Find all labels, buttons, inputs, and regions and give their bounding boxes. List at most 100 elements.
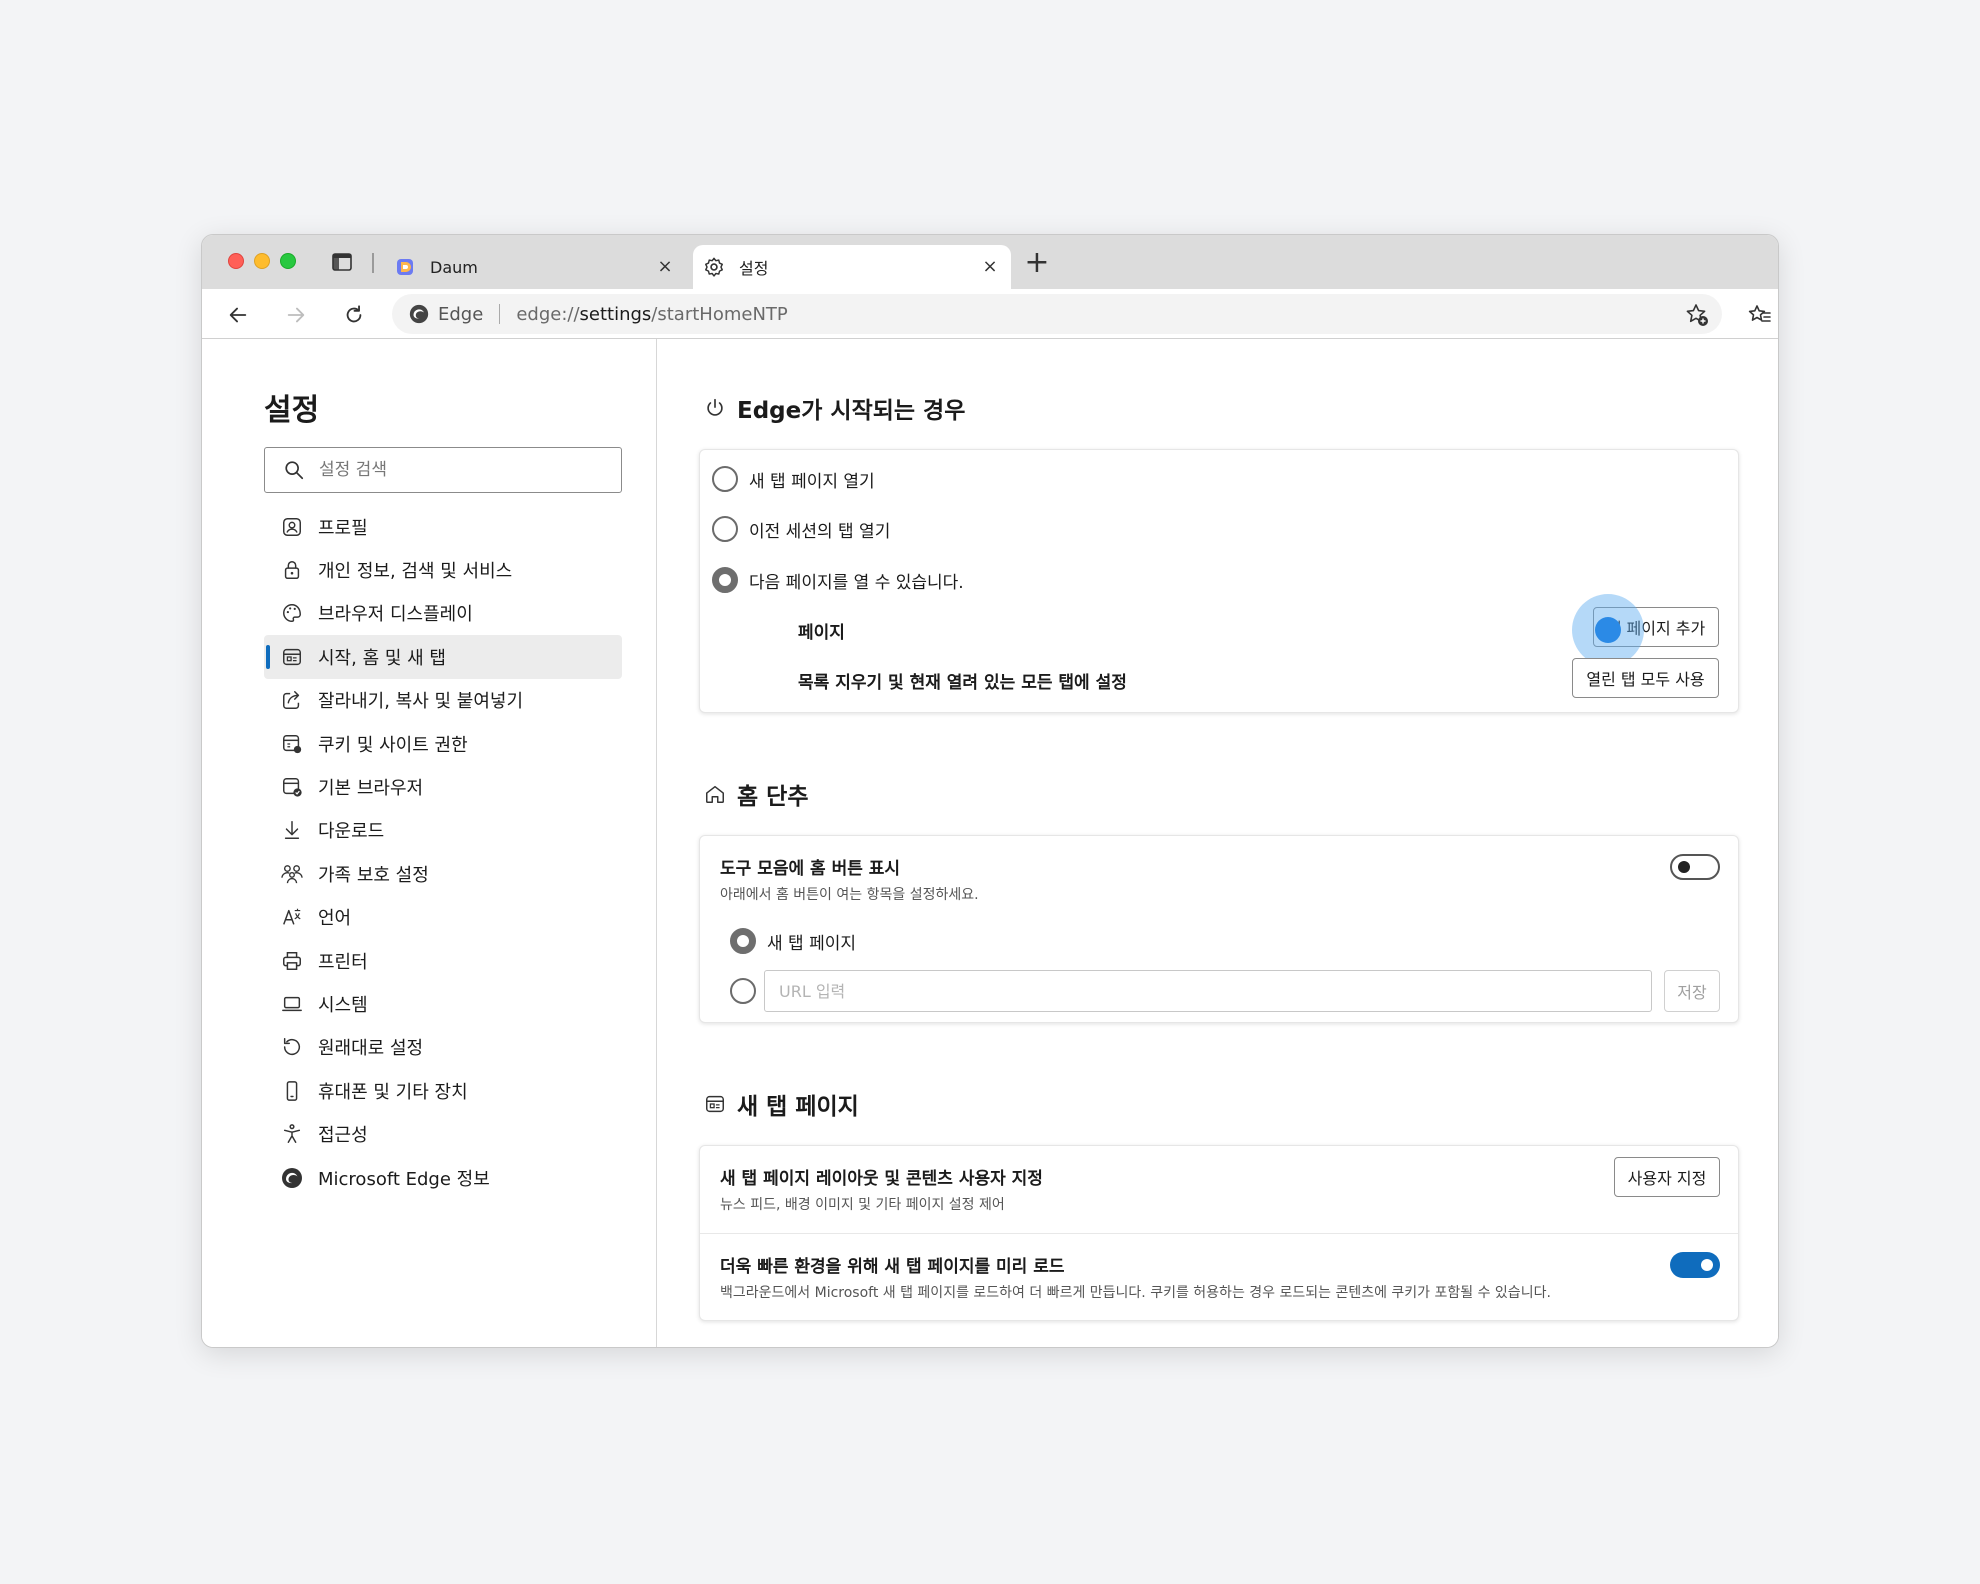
sidebar-item-label: 가족 보호 설정: [318, 861, 429, 887]
sidebar-item-downloads[interactable]: 다운로드: [264, 809, 622, 852]
address-bar[interactable]: Edge edge://settings/startHomeNTP: [392, 294, 1722, 334]
preload-desc: 백그라운드에서 Microsoft 새 탭 페이지를 로드하여 더 빠르게 만듭…: [720, 1282, 1551, 1302]
edge-logo-icon: [280, 1166, 304, 1190]
sidebar-item-profile[interactable]: 프로필: [264, 505, 622, 548]
radio-label: 새 탭 페이지: [767, 929, 856, 954]
zoom-window-button[interactable]: [280, 253, 296, 269]
favorites-icon[interactable]: [1744, 299, 1776, 331]
tab-settings[interactable]: 설정 ×: [693, 245, 1011, 289]
customize-button[interactable]: 사용자 지정: [1614, 1157, 1720, 1197]
search-icon: [283, 459, 305, 481]
sidebar-item-accessibility[interactable]: 접근성: [264, 1112, 622, 1155]
newtab-section-title: 새 탭 페이지: [737, 1087, 859, 1121]
use-all-open-tabs-button[interactable]: 열린 탭 모두 사용: [1572, 658, 1719, 698]
close-window-button[interactable]: [228, 253, 244, 269]
radio-label: 다음 페이지를 열 수 있습니다.: [749, 568, 964, 593]
sidebar-item-label: 언어: [318, 904, 351, 930]
sidebar-item-label: 접근성: [318, 1121, 368, 1147]
radio-button[interactable]: [712, 516, 738, 542]
new-tab-button[interactable]: +: [1022, 249, 1052, 279]
settings-sidebar: 설정 프로필 개인 정보, 검색 및 서비스 브라우저 디스플레이 시작,: [202, 339, 657, 1348]
home-button-toggle[interactable]: [1670, 854, 1720, 880]
sidebar-item-reset[interactable]: 원래대로 설정: [264, 1026, 622, 1069]
radio-button-checked[interactable]: [730, 928, 756, 954]
close-tab-icon[interactable]: ×: [979, 256, 1001, 278]
home-url-input[interactable]: [764, 970, 1652, 1012]
sidebar-item-family[interactable]: 가족 보호 설정: [264, 852, 622, 895]
sidebar-item-share-copy-paste[interactable]: 잘라내기, 복사 및 붙여넣기: [264, 679, 622, 722]
startup-option-specific-pages[interactable]: 다음 페이지를 열 수 있습니다.: [712, 567, 964, 593]
sidebar-item-cookies[interactable]: 쿠키 및 사이트 권한: [264, 722, 622, 765]
back-icon[interactable]: [222, 299, 254, 331]
tab-daum[interactable]: Daum ×: [384, 245, 686, 289]
preload-toggle[interactable]: [1670, 1252, 1720, 1278]
gear-icon: [703, 256, 725, 278]
home-button-toggle-title: 도구 모음에 홈 버튼 표시: [720, 854, 900, 879]
sidebar-item-privacy[interactable]: 개인 정보, 검색 및 서비스: [264, 548, 622, 591]
sidebar-item-label: 개인 정보, 검색 및 서비스: [318, 557, 512, 583]
card-divider: [700, 1233, 1738, 1234]
radio-button[interactable]: [712, 466, 738, 492]
reset-icon: [280, 1035, 304, 1059]
close-tab-icon[interactable]: ×: [654, 256, 676, 278]
cookie-site-icon: [280, 732, 304, 756]
add-favorite-icon[interactable]: [1684, 302, 1710, 328]
tab-actions-icon[interactable]: [332, 253, 352, 271]
url-prefix: edge://: [516, 304, 579, 325]
address-divider: [499, 304, 500, 324]
url-host: settings: [580, 304, 652, 325]
language-icon: [280, 905, 304, 929]
home-card: 도구 모음에 홈 버튼 표시 아래에서 홈 버튼이 여는 항목을 설정하세요. …: [699, 835, 1739, 1023]
default-browser-icon: [280, 775, 304, 799]
printer-icon: [280, 949, 304, 973]
sidebar-item-label: 기본 브라우저: [318, 774, 423, 800]
startup-card: 새 탭 페이지 열기 이전 세션의 탭 열기 다음 페이지를 열 수 있습니다.…: [699, 449, 1739, 713]
home-button-toggle-desc: 아래에서 홈 버튼이 여는 항목을 설정하세요.: [720, 884, 979, 904]
search-input[interactable]: [319, 460, 599, 480]
refresh-icon[interactable]: [338, 299, 370, 331]
sidebar-item-appearance[interactable]: 브라우저 디스플레이: [264, 592, 622, 635]
phone-icon: [280, 1079, 304, 1103]
sidebar-item-default-browser[interactable]: 기본 브라우저: [264, 765, 622, 808]
sidebar-item-start-home-newtab[interactable]: 시작, 홈 및 새 탭: [264, 635, 622, 678]
sidebar-item-label: 잘라내기, 복사 및 붙여넣기: [318, 687, 523, 713]
lock-icon: [280, 558, 304, 582]
home-section-title: 홈 단추: [737, 777, 809, 811]
home-section-header: 홈 단추: [703, 777, 809, 811]
pages-label: 페이지: [798, 618, 845, 643]
sidebar-item-label: 원래대로 설정: [318, 1034, 423, 1060]
radio-button[interactable]: [730, 978, 756, 1004]
tab-title: Daum: [430, 258, 478, 277]
sidebar-item-label: 프로필: [318, 514, 368, 540]
share-icon: [280, 688, 304, 712]
clear-list-label: 목록 지우기 및 현재 열려 있는 모든 탭에 설정: [798, 668, 1127, 693]
laptop-icon: [280, 992, 304, 1016]
sidebar-item-system[interactable]: 시스템: [264, 982, 622, 1025]
browser-window: Daum × 설정 × + Edge edge://set: [201, 234, 1779, 1348]
startup-section-title: Edge가 시작되는 경우: [737, 391, 965, 425]
newtab-section-header: 새 탭 페이지: [703, 1087, 859, 1121]
sidebar-item-printers[interactable]: 프린터: [264, 939, 622, 982]
sidebar-item-about-edge[interactable]: Microsoft Edge 정보: [264, 1156, 622, 1199]
settings-search[interactable]: [264, 447, 622, 493]
sidebar-title: 설정: [264, 385, 319, 429]
sidebar-item-languages[interactable]: 언어: [264, 896, 622, 939]
settings-main: Edge가 시작되는 경우 새 탭 페이지 열기 이전 세션의 탭 열기 다음 …: [657, 339, 1779, 1348]
sidebar-item-label: 휴대폰 및 기타 장치: [318, 1078, 468, 1104]
forward-icon[interactable]: [280, 299, 312, 331]
minimize-window-button[interactable]: [254, 253, 270, 269]
save-url-button[interactable]: 저장: [1664, 970, 1720, 1012]
sidebar-item-phone-devices[interactable]: 휴대폰 및 기타 장치: [264, 1069, 622, 1112]
tab-strip: Daum × 설정 × +: [202, 235, 1778, 289]
profile-icon: [280, 515, 304, 539]
radio-button-checked[interactable]: [712, 567, 738, 593]
home-option-url[interactable]: [730, 978, 767, 1004]
home-option-newtab[interactable]: 새 탭 페이지: [730, 928, 856, 954]
daum-favicon-icon: [394, 256, 416, 278]
startup-option-previous-session[interactable]: 이전 세션의 탭 열기: [712, 516, 890, 542]
startup-option-newtab[interactable]: 새 탭 페이지 열기: [712, 466, 875, 492]
startup-section-header: Edge가 시작되는 경우: [703, 391, 965, 425]
newtab-card: 새 탭 페이지 레이아웃 및 콘텐츠 사용자 지정 뉴스 피드, 배경 이미지 …: [699, 1145, 1739, 1321]
url-path: /startHomeNTP: [651, 304, 787, 325]
address-brand: Edge: [438, 304, 483, 325]
